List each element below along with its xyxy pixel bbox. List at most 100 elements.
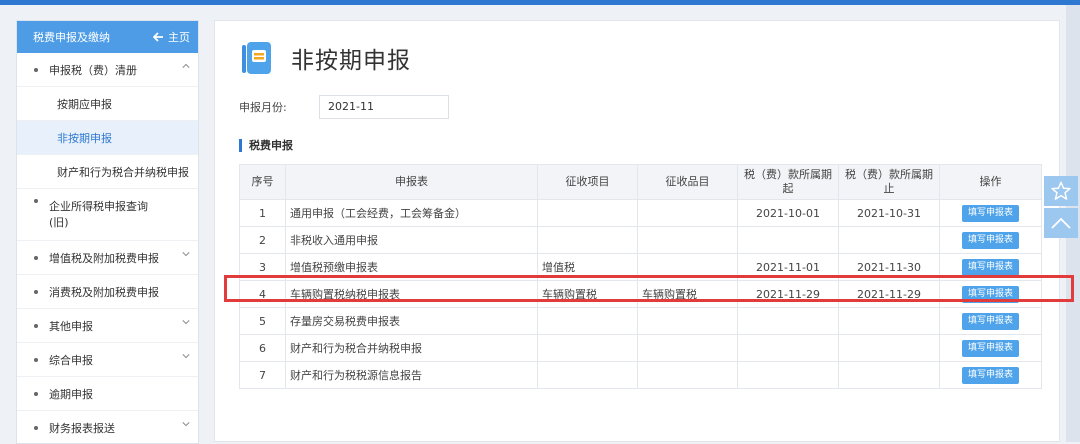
- cell-start: 2021-11-01: [737, 253, 839, 281]
- sidebar-item-property-combined[interactable]: 财产和行为税合并纳税申报: [17, 155, 198, 189]
- cell-action: 填写申报表: [939, 334, 1042, 362]
- col-header-form: 申报表: [285, 164, 538, 200]
- cell-subitem: [637, 334, 738, 362]
- sidebar-item-vat[interactable]: 增值税及附加税费申报: [17, 241, 198, 275]
- sidebar-item-label-line2: (旧): [49, 215, 69, 229]
- section-title: 税费申报: [239, 139, 293, 152]
- page-title: 非按期申报: [291, 48, 411, 74]
- cell-start: [737, 307, 839, 335]
- cell-end: [838, 307, 940, 335]
- cell-no: 2: [239, 226, 286, 254]
- table-header-row: 序号 申报表 征收项目 征收品目 税（费）款所属期起 税（费）款所属期止 操作: [239, 164, 1042, 200]
- sidebar-header: 税费申报及缴纳 主页: [17, 21, 198, 53]
- cell-action: 填写申报表: [939, 199, 1042, 227]
- col-header-item: 征收项目: [537, 164, 638, 200]
- col-header-subitem: 征收品目: [637, 164, 738, 200]
- sidebar-item-consumption[interactable]: 消费税及附加税费申报: [17, 275, 198, 309]
- fill-form-button[interactable]: 填写申报表: [961, 285, 1019, 303]
- floating-toolbar: [1044, 176, 1078, 238]
- sidebar-item-periodic[interactable]: 按期应申报: [17, 87, 198, 121]
- cell-form: 财产和行为税税源信息报告: [285, 361, 538, 389]
- table-row: 1 通用申报（工会经费，工会筹备金） 2021-10-01 2021-10-31…: [239, 199, 1042, 227]
- fill-form-button[interactable]: 填写申报表: [961, 339, 1019, 357]
- chevron-down-icon: [182, 252, 190, 257]
- cell-end: 2021-10-31: [838, 199, 940, 227]
- cell-subitem: [637, 199, 738, 227]
- home-link[interactable]: 主页: [153, 29, 190, 45]
- cell-end: 2021-11-29: [838, 280, 940, 308]
- cell-no: 3: [239, 253, 286, 281]
- cell-form: 通用申报（工会经费，工会筹备金）: [285, 199, 538, 227]
- fill-form-button[interactable]: 填写申报表: [961, 258, 1019, 276]
- cell-start: [737, 226, 839, 254]
- fill-form-button[interactable]: 填写申报表: [961, 312, 1019, 330]
- cell-action: 填写申报表: [939, 307, 1042, 335]
- home-arrow-icon: [153, 32, 163, 42]
- chevron-up-icon: [1051, 217, 1071, 229]
- sidebar-item-label: 非按期申报: [57, 131, 112, 145]
- back-to-top-button[interactable]: [1044, 208, 1078, 238]
- sidebar-item-label: 申报税（费）清册: [49, 63, 137, 77]
- cell-item: [537, 307, 638, 335]
- cell-form: 存量房交易税费申报表: [285, 307, 538, 335]
- cell-item: 车辆购置税: [537, 280, 638, 308]
- sidebar-item-comprehensive[interactable]: 综合申报: [17, 343, 198, 377]
- cell-item: 增值税: [537, 253, 638, 281]
- sidebar-item-label: 财务报表报送: [49, 421, 115, 435]
- sidebar-item-overdue[interactable]: 逾期申报: [17, 377, 198, 411]
- favorite-button[interactable]: [1044, 176, 1078, 206]
- sidebar-item-other[interactable]: 其他申报: [17, 309, 198, 343]
- cell-form: 增值税预缴申报表: [285, 253, 538, 281]
- sidebar-item-label: 财产和行为税合并纳税申报: [57, 165, 189, 179]
- table-row: 4 车辆购置税纳税申报表 车辆购置税 车辆购置税 2021-11-29 2021…: [239, 280, 1042, 308]
- cell-no: 6: [239, 334, 286, 362]
- bullet-icon: [34, 68, 38, 72]
- col-header-period-start: 税（费）款所属期起: [737, 164, 839, 200]
- cell-item: [537, 199, 638, 227]
- cell-end: [838, 361, 940, 389]
- chevron-down-icon: [182, 422, 190, 427]
- bullet-icon: [34, 426, 38, 430]
- table-row: 2 非税收入通用申报 填写申报表: [239, 226, 1042, 254]
- sidebar: 税费申报及缴纳 主页 申报税（费）清册 按期应申报 非按期申报 财产和行为税合并…: [16, 20, 199, 444]
- sidebar-title: 税费申报及缴纳: [33, 31, 110, 44]
- bullet-icon: [34, 256, 38, 260]
- bullet-icon: [34, 324, 38, 328]
- period-row: 申报月份: 2021-11: [239, 95, 449, 119]
- period-input[interactable]: 2021-11: [319, 95, 449, 119]
- sidebar-item-tax-list[interactable]: 申报税（费）清册: [17, 53, 198, 87]
- cell-start: [737, 334, 839, 362]
- cell-no: 7: [239, 361, 286, 389]
- declaration-table: 序号 申报表 征收项目 征收品目 税（费）款所属期起 税（费）款所属期止 操作 …: [239, 164, 1042, 389]
- cell-start: 2021-10-01: [737, 199, 839, 227]
- cell-subitem: [637, 226, 738, 254]
- cell-no: 1: [239, 199, 286, 227]
- table-row: 6 财产和行为税合并纳税申报 填写申报表: [239, 334, 1042, 362]
- sidebar-item-financial-reports[interactable]: 财务报表报送: [17, 411, 198, 443]
- sidebar-item-cit-query[interactable]: 企业所得税申报查询 (旧): [17, 189, 198, 241]
- bullet-icon: [34, 358, 38, 362]
- main-panel: 非按期申报 申报月份: 2021-11 税费申报 序号 申报表 征收项目 征收品…: [214, 20, 1060, 442]
- fill-form-button[interactable]: 填写申报表: [961, 366, 1019, 384]
- bullet-icon: [34, 290, 38, 294]
- cell-action: 填写申报表: [939, 253, 1042, 281]
- cell-action: 填写申报表: [939, 361, 1042, 389]
- bullet-icon: [34, 392, 38, 396]
- cell-action: 填写申报表: [939, 280, 1042, 308]
- chevron-down-icon: [182, 354, 190, 359]
- fill-form-button[interactable]: 填写申报表: [961, 231, 1019, 249]
- cell-subitem: [637, 253, 738, 281]
- sidebar-item-label: 其他申报: [49, 319, 93, 333]
- top-accent-bar: [0, 0, 1080, 5]
- cell-subitem: 车辆购置税: [637, 280, 738, 308]
- sidebar-item-label: 企业所得税申报查询 (旧): [49, 199, 148, 231]
- fill-form-button[interactable]: 填写申报表: [961, 204, 1019, 222]
- cell-item: [537, 334, 638, 362]
- table-row: 3 增值税预缴申报表 增值税 2021-11-01 2021-11-30 填写申…: [239, 253, 1042, 281]
- sidebar-item-non-periodic[interactable]: 非按期申报: [17, 121, 198, 155]
- document-icon: [242, 42, 271, 74]
- home-link-label: 主页: [168, 31, 190, 44]
- cell-end: [838, 334, 940, 362]
- chevron-up-icon: [182, 63, 190, 68]
- cell-end: [838, 226, 940, 254]
